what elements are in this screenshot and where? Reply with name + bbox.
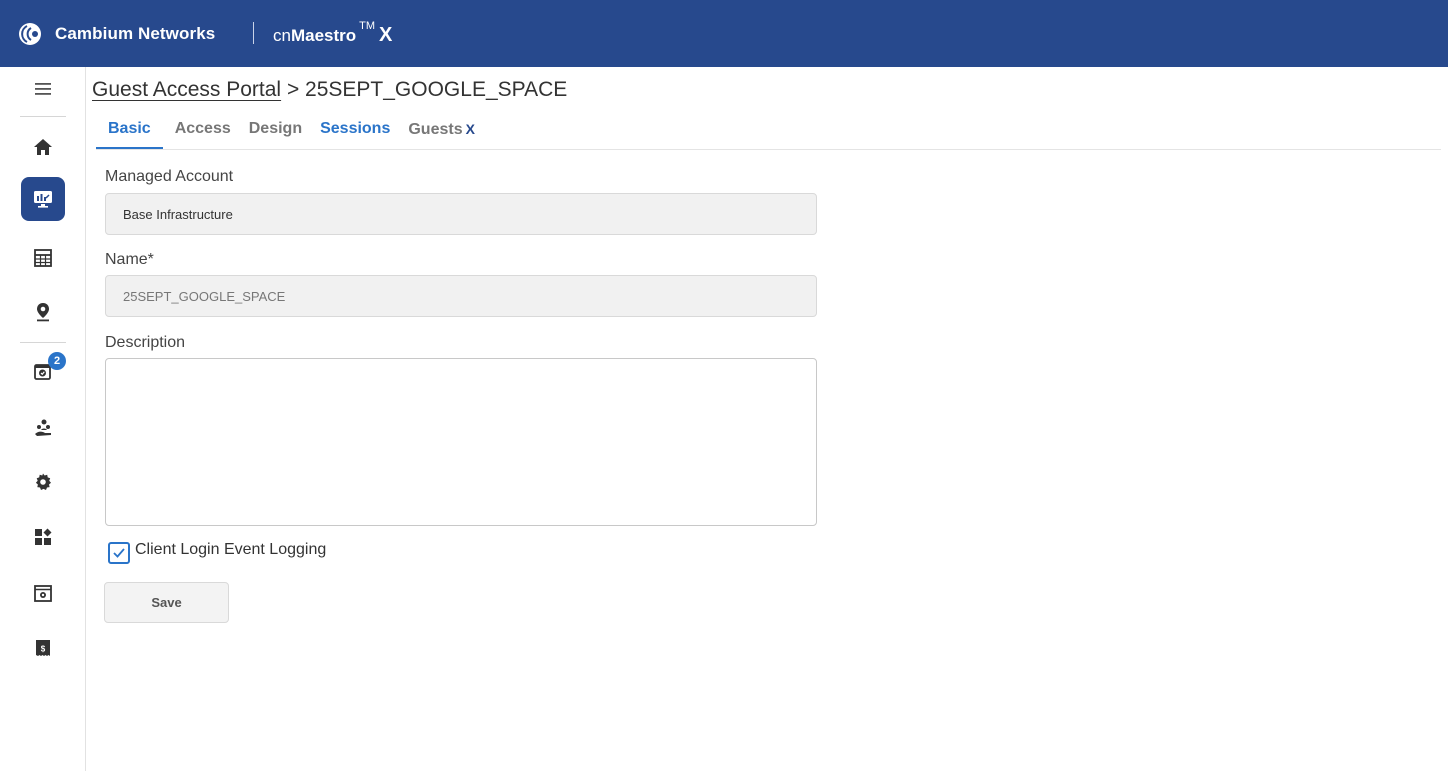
checkmark-icon	[113, 548, 125, 558]
tab-guests-label: Guests	[408, 121, 463, 138]
tab-basic[interactable]: Basic	[96, 118, 163, 150]
sidebar-item-location[interactable]	[19, 292, 67, 332]
sidebar-menu-toggle[interactable]	[19, 69, 67, 109]
tab-bar: Basic Access Design Sessions Guests X	[96, 118, 481, 150]
svg-text:$: $	[41, 645, 46, 654]
home-icon	[34, 139, 52, 155]
top-header-bar: Cambium Networks cnMaestro TM X	[0, 0, 1448, 67]
tab-bar-underline	[96, 149, 1441, 150]
tab-guests[interactable]: Guests X	[396, 118, 481, 150]
window-settings-icon	[34, 585, 52, 602]
sidebar-item-monitor[interactable]	[21, 177, 65, 221]
product-name: cnMaestro TM X	[273, 20, 393, 47]
notification-badge: 2	[48, 352, 66, 370]
product-prefix: cn	[273, 26, 291, 45]
client-login-logging-checkbox[interactable]	[108, 542, 130, 564]
sidebar-item-apps[interactable]	[19, 517, 67, 557]
sidebar-item-users[interactable]	[19, 408, 67, 448]
sidebar-item-system[interactable]	[19, 573, 67, 613]
description-label: Description	[105, 334, 186, 351]
license-icon: $	[36, 640, 50, 656]
tab-guests-suffix: X	[465, 121, 475, 137]
tab-access[interactable]: Access	[163, 118, 237, 150]
managed-account-field: Base Infrastructure	[105, 193, 817, 235]
description-textarea[interactable]	[105, 358, 817, 526]
breadcrumb-parent-link[interactable]: Guest Access Portal	[92, 78, 281, 101]
trademark: TM	[359, 20, 376, 33]
gear-icon	[35, 473, 51, 490]
users-icon	[35, 419, 51, 436]
name-field: 25SEPT_GOOGLE_SPACE	[105, 275, 817, 317]
sidebar-divider	[20, 116, 66, 117]
client-login-logging-label[interactable]: Client Login Event Logging	[135, 541, 326, 559]
sidebar-divider	[20, 342, 66, 343]
sidebar-nav: 2 $	[0, 67, 86, 771]
breadcrumb-separator: >	[286, 78, 300, 101]
cambium-logo-icon	[19, 23, 41, 45]
sidebar-item-table[interactable]	[19, 238, 67, 278]
sidebar-item-settings[interactable]	[19, 462, 67, 502]
apps-icon	[35, 528, 52, 545]
table-icon	[34, 249, 52, 267]
breadcrumb: Guest Access Portal > 25SEPT_GOOGLE_SPAC…	[92, 78, 567, 102]
menu-icon	[35, 83, 51, 95]
breadcrumb-current: 25SEPT_GOOGLE_SPACE	[305, 78, 568, 101]
sidebar-item-licenses[interactable]: $	[19, 628, 67, 668]
product-suffix: X	[379, 24, 393, 46]
tab-sessions[interactable]: Sessions	[308, 118, 396, 150]
sidebar-item-events[interactable]: 2	[19, 351, 67, 391]
product-main: Maestro	[290, 26, 357, 45]
monitor-icon	[34, 191, 52, 208]
name-label: Name*	[105, 251, 154, 268]
save-button[interactable]: Save	[104, 582, 229, 623]
location-pin-icon	[37, 303, 49, 322]
header-divider	[253, 22, 254, 44]
brand-name: Cambium Networks	[55, 24, 216, 43]
tab-design[interactable]: Design	[237, 118, 308, 150]
managed-account-label: Managed Account	[105, 168, 234, 185]
sidebar-item-home[interactable]	[19, 127, 67, 167]
